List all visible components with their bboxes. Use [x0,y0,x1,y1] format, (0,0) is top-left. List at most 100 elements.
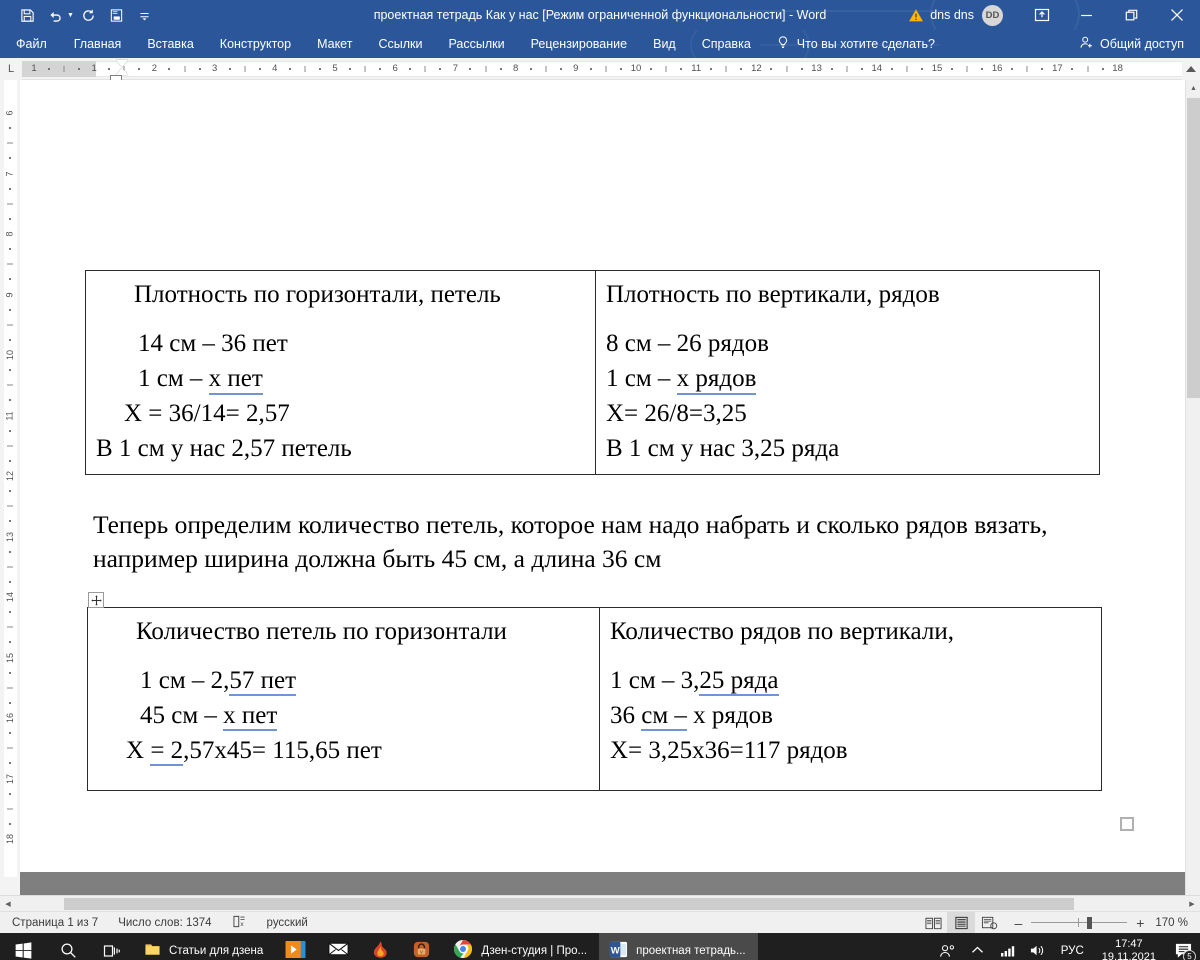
table-cell-vertical-density[interactable]: Плотность по вертикали, рядов 8 см – 26 … [595,270,1100,475]
taskbar-item-mail[interactable] [318,933,361,960]
scroll-up-arrow[interactable]: ▲ [1186,80,1200,96]
ruler-tick: 1 [31,62,37,74]
proofing-errors-icon[interactable]: x [222,915,257,931]
language-indicator[interactable]: русский [257,917,318,929]
tab-design[interactable]: Конструктор [207,30,304,58]
share-button[interactable]: Общий доступ [1079,35,1184,53]
start-button[interactable] [0,933,46,960]
tab-view[interactable]: Вид [640,30,689,58]
tell-me-box[interactable]: Что вы хотите сделать? [776,35,935,53]
vertical-ruler-minor-tick [9,671,11,674]
scroll-left-arrow[interactable]: ◀ [0,896,16,912]
zoom-level[interactable]: 170 % [1155,917,1200,929]
notifications-button[interactable]: 5 [1166,933,1200,960]
word-count[interactable]: Число слов: 1374 [108,917,221,929]
document-area[interactable]: Плотность по горизонтали, петель 14 см –… [20,80,1200,895]
tab-layout[interactable]: Макет [304,30,365,58]
minimize-button[interactable] [1064,0,1109,30]
redo-icon[interactable] [76,3,102,27]
taskbar-item-flame[interactable] [361,933,402,960]
read-mode-button[interactable] [919,912,947,934]
body-paragraph[interactable]: Теперь определим количество петель, кото… [93,508,1093,577]
table-move-handle[interactable] [88,592,104,608]
tab-references[interactable]: Ссылки [365,30,435,58]
vertical-ruler-minor-tick [9,278,11,281]
undo-icon[interactable] [42,3,68,27]
left-indent-marker[interactable] [110,74,122,80]
table-density[interactable]: Плотность по горизонтали, петель 14 см –… [85,270,1100,475]
taskbar-item-chrome[interactable]: Дзен-студия | Про... [443,933,599,960]
line-text: 1 см – 3, [610,667,700,694]
table-resize-handle[interactable] [1120,817,1134,831]
tab-mailings[interactable]: Рассылки [435,30,517,58]
account-name[interactable]: dns dns [930,8,974,22]
horizontal-scroll-thumb[interactable] [64,897,1074,910]
line-text: 1 см – [606,365,677,392]
taskbar-item-lock[interactable]: V [402,933,443,960]
vertical-ruler-minor-tick [9,762,11,765]
cell-line: 36 см – х рядов [610,698,1091,733]
save-icon[interactable] [14,3,40,27]
flame-icon [371,940,390,960]
ruler-minor-tick [364,65,366,72]
undo-dropdown-icon[interactable]: ▼ [67,12,74,19]
first-line-indent-marker[interactable] [116,59,128,67]
cell-line: 45 см – х пет [98,698,589,733]
ruler-minor-tick [244,65,246,72]
print-layout-button[interactable] [947,911,976,934]
scroll-right-arrow[interactable]: ▶ [1184,896,1200,912]
chevron-up-icon[interactable] [963,933,993,960]
vertical-ruler-minor-tick [9,459,11,462]
vertical-ruler-minor-tick [9,308,11,311]
zoom-in-button[interactable]: + [1135,915,1145,931]
zoom-slider[interactable] [1031,916,1128,930]
tab-help[interactable]: Справка [689,30,764,58]
table-cell-row-count[interactable]: Количество рядов по вертикали, 1 см – 3,… [599,607,1102,791]
network-signal-icon[interactable] [993,933,1023,960]
table-cell-stitch-count[interactable]: Количество петель по горизонтали 1 см – … [87,607,600,791]
vertical-ruler-minor-tick [7,324,13,326]
ruler-tick: 11 [691,62,702,74]
line-text: X [126,737,151,764]
horizontal-scroll-track[interactable] [16,896,1184,912]
zoom-out-button[interactable]: – [1013,915,1023,931]
taskbar-item-media[interactable] [275,933,318,960]
ruler-minor-tick [920,67,923,70]
table-cell-horizontal-density[interactable]: Плотность по горизонтали, петель 14 см –… [85,270,596,475]
tab-file[interactable]: Файл [0,30,61,58]
scroll-up-button[interactable] [1182,58,1200,80]
taskbar-item-folder[interactable]: Статьи для дзена [134,933,275,960]
task-view-icon[interactable] [90,933,134,960]
print-preview-icon[interactable] [104,3,130,27]
page-indicator[interactable]: Страница 1 из 7 [0,917,108,929]
document-page[interactable]: Плотность по горизонтали, петель 14 см –… [20,80,1200,872]
tab-home[interactable]: Главная [61,30,135,58]
tab-stop-selector[interactable]: L [0,57,22,80]
customize-qat-icon[interactable] [132,3,158,27]
taskbar-item-word[interactable]: W проектная тетрадь... [599,933,758,960]
horizontal-scrollbar[interactable]: ◀ ▶ [0,895,1200,911]
people-icon[interactable] [933,933,963,960]
clock[interactable]: 17:47 19.11.2021 [1092,938,1166,960]
ribbon-display-options-button[interactable] [1019,0,1064,30]
table-counts[interactable]: Количество петель по горизонтали 1 см – … [87,607,1102,791]
vertical-ruler-minor-tick [9,701,11,704]
language-indicator[interactable]: РУС [1053,945,1092,957]
restore-button[interactable] [1109,0,1154,30]
web-layout-button[interactable] [975,912,1003,934]
vertical-ruler-minor-tick [7,203,13,205]
volume-icon[interactable] [1023,933,1053,960]
warning-icon [908,8,924,23]
vertical-ruler-minor-tick [9,369,11,372]
vertical-scroll-thumb[interactable] [1187,98,1200,398]
vertical-scrollbar[interactable]: ▲ [1185,80,1200,895]
zoom-control[interactable]: – + [1003,915,1155,931]
zoom-slider-thumb[interactable] [1087,916,1093,929]
avatar[interactable]: DD [982,4,1003,26]
ruler-strip[interactable]: 1 1 2 3 4 5 6 7 8 9 10 11 12 13 14 15 16 17 18 [22,58,1200,80]
close-button[interactable] [1154,0,1200,30]
tab-review[interactable]: Рецензирование [518,30,641,58]
tab-insert[interactable]: Вставка [134,30,206,58]
search-icon[interactable] [46,933,90,960]
hanging-indent-marker[interactable] [116,67,128,75]
